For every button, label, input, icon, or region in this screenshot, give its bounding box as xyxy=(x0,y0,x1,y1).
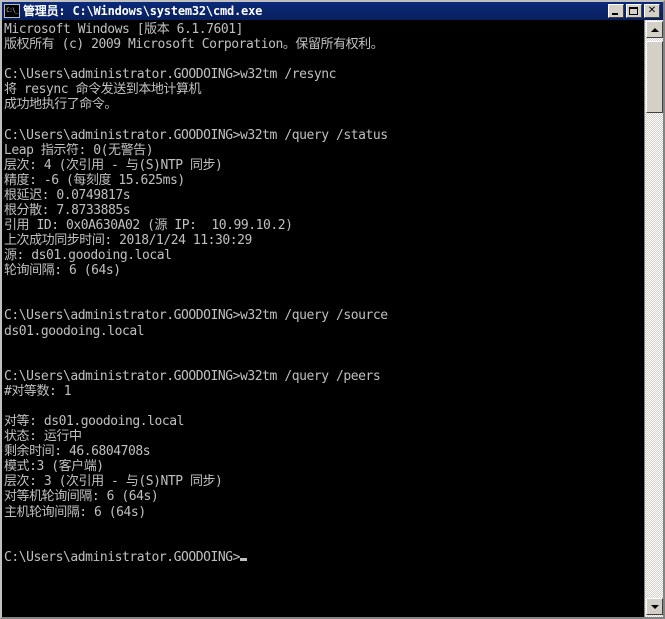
console-prompt-line: C:\Users\administrator.GOODOING> xyxy=(4,550,634,565)
chevron-down-icon xyxy=(650,604,659,609)
console-line: 主机轮询间隔: 6 (64s) xyxy=(4,504,146,520)
scroll-thumb[interactable] xyxy=(646,41,663,113)
console-line: 上次成功同步时间: 2018/1/24 11:30:29 xyxy=(4,233,252,249)
console-line: 引用 ID: 0x0A630A02 (源 IP: 10.99.10.2) xyxy=(4,218,293,234)
cmd-icon[interactable]: C:\_ xyxy=(4,4,20,18)
console-client-area[interactable]: Microsoft Windows [版本 6.1.7601] 版权所有 (c) … xyxy=(2,20,663,617)
vertical-scrollbar[interactable] xyxy=(644,20,663,617)
console-line: 根分散: 7.8733885s xyxy=(4,202,131,218)
minimize-button[interactable] xyxy=(608,4,624,18)
console-line: 根延迟: 0.0749817s xyxy=(4,187,131,203)
maximize-icon xyxy=(629,7,638,15)
console-line: 精度: -6 (每刻度 15.625ms) xyxy=(4,172,185,188)
maximize-button[interactable] xyxy=(626,4,642,18)
console-line: ds01.goodoing.local xyxy=(4,323,145,339)
console-line: 轮询间隔: 6 (64s) xyxy=(4,263,121,279)
console-line: C:\Users\administrator.GOODOING>w32tm /q… xyxy=(4,127,388,143)
console-line: 状态: 运行中 xyxy=(4,429,82,445)
window-title: 管理员: C:\Windows\system32\cmd.exe xyxy=(23,4,263,18)
console-line: C:\Users\administrator.GOODOING>w32tm /r… xyxy=(4,67,336,83)
minimize-icon xyxy=(612,13,618,15)
console-line: 成功地执行了命令。 xyxy=(4,97,117,113)
window-controls: ✕ xyxy=(608,4,660,18)
cmd-icon-glyph: C:\_ xyxy=(6,7,18,14)
close-icon: ✕ xyxy=(647,4,657,16)
console-line: Leap 指示符: 0(无警告) xyxy=(4,142,154,158)
chevron-up-icon xyxy=(650,27,659,32)
cmd-window: C:\_ 管理员: C:\Windows\system32\cmd.exe ✕ … xyxy=(0,0,665,619)
console-line: 剩余时间: 46.6804708s xyxy=(4,444,151,460)
scroll-down-button[interactable] xyxy=(646,598,663,615)
text-cursor xyxy=(240,557,248,561)
console-line: 模式:3 (客户端) xyxy=(4,459,104,475)
console-line: 将 resync 命令发送到本地计算机 xyxy=(4,82,202,98)
console-line: #对等数: 1 xyxy=(4,383,72,399)
console-output[interactable]: Microsoft Windows [版本 6.1.7601] 版权所有 (c) … xyxy=(4,20,634,617)
console-line: 层次: 3 (次引用 - 与(S)NTP 同步) xyxy=(4,474,223,490)
scroll-up-button[interactable] xyxy=(646,21,663,38)
console-line: 对等机轮询间隔: 6 (64s) xyxy=(4,489,159,505)
console-line: 层次: 4 (次引用 - 与(S)NTP 同步) xyxy=(4,157,223,173)
title-bar[interactable]: C:\_ 管理员: C:\Windows\system32\cmd.exe ✕ xyxy=(2,2,663,20)
console-line: 对等: ds01.goodoing.local xyxy=(4,414,185,430)
console-line: Microsoft Windows [版本 6.1.7601] xyxy=(4,22,244,37)
console-line: C:\Users\administrator.GOODOING>w32tm /q… xyxy=(4,308,388,324)
console-line: C:\Users\administrator.GOODOING>w32tm /q… xyxy=(4,368,381,384)
close-button[interactable]: ✕ xyxy=(644,4,660,18)
console-line: 源: ds01.goodoing.local xyxy=(4,248,172,264)
command-prompt: C:\Users\administrator.GOODOING> xyxy=(4,549,241,565)
console-line: 版权所有 (c) 2009 Microsoft Corporation。保留所有… xyxy=(4,37,384,53)
